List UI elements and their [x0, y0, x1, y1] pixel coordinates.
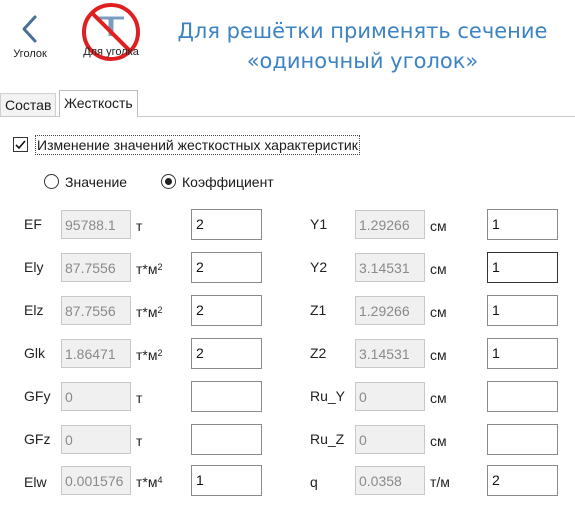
param-value: 0.001576: [61, 466, 131, 495]
tab-stiffness[interactable]: Жесткость: [59, 90, 138, 118]
param-value: 0: [61, 425, 131, 454]
radio-value[interactable]: [44, 174, 59, 189]
param-name: q: [310, 474, 318, 490]
radio-coefficient-label[interactable]: Коэффициент: [182, 173, 274, 191]
param-unit: т: [136, 218, 143, 234]
param-name: Elz: [24, 302, 44, 318]
param-value: 3.14531: [355, 253, 425, 282]
corner-section-button[interactable]: Для уголка: [76, 2, 146, 64]
coef-input-elw[interactable]: 1: [191, 465, 262, 496]
param-name: GFz: [24, 431, 51, 447]
corner-section-label: Для уголка: [83, 46, 139, 58]
tab-composition[interactable]: Состав: [0, 93, 57, 116]
param-value: 1.29266: [355, 210, 425, 239]
change-stiffness-label[interactable]: Изменение значений жесткостных характери…: [35, 135, 360, 155]
radio-selected-dot: [165, 178, 172, 185]
coef-input-ru-y[interactable]: [487, 381, 558, 412]
coef-input-z1[interactable]: 1: [487, 295, 558, 326]
coef-input-y1[interactable]: 1: [487, 209, 558, 240]
coef-input-ely[interactable]: 2: [191, 252, 262, 283]
param-unit: т: [136, 390, 143, 406]
param-name: Y2: [310, 259, 328, 275]
back-button-label: Уголок: [13, 48, 47, 60]
param-name: Z1: [310, 302, 327, 318]
coef-input-q[interactable]: 2: [487, 465, 558, 496]
param-name: Ru_Y: [310, 388, 346, 404]
checkmark-icon: [15, 140, 26, 150]
param-unit: т*м2: [136, 347, 163, 363]
param-value: 0: [355, 425, 425, 454]
param-value: 87.7556: [61, 296, 131, 325]
param-name: Z2: [310, 345, 327, 361]
tab-strip: Состав Жесткость: [0, 90, 575, 118]
coef-input-gfz[interactable]: [191, 424, 262, 455]
param-name: Glk: [24, 345, 45, 361]
param-unit: т*м2: [136, 261, 163, 277]
param-unit: см: [430, 433, 447, 449]
param-unit: см: [430, 304, 447, 320]
param-unit: см: [430, 218, 447, 234]
change-stiffness-checkbox[interactable]: [13, 137, 28, 152]
coef-input-ru-z[interactable]: [487, 424, 558, 455]
param-value: 87.7556: [61, 253, 131, 282]
param-unit: см: [430, 347, 447, 363]
param-unit: т*м2: [136, 304, 163, 320]
param-name: Elw: [24, 474, 47, 490]
param-unit: см: [430, 390, 447, 406]
coef-input-elz[interactable]: 2: [191, 295, 262, 326]
coef-input-gfy[interactable]: [191, 381, 262, 412]
param-value: 0: [61, 382, 131, 411]
radio-coefficient[interactable]: [161, 174, 176, 189]
coef-input-z2[interactable]: 1: [487, 338, 558, 369]
param-name: Ely: [24, 259, 44, 275]
coef-input-y2[interactable]: 1: [487, 252, 558, 283]
param-value: 0: [355, 382, 425, 411]
param-value: 1.29266: [355, 296, 425, 325]
param-unit: т: [136, 433, 143, 449]
param-value: 95788.1: [61, 210, 131, 239]
back-button[interactable]: Уголок: [8, 8, 52, 60]
coef-input-glk[interactable]: 2: [191, 338, 262, 369]
param-value: 0.0358: [355, 466, 425, 495]
param-value: 1.86471: [61, 339, 131, 368]
coef-input-ef[interactable]: 2: [191, 209, 262, 240]
param-name: Y1: [310, 216, 328, 232]
hint-text: Для решётки применять сечение «одиночный…: [177, 19, 548, 73]
radio-value-label[interactable]: Значение: [65, 173, 127, 191]
param-unit: т/м: [430, 474, 450, 490]
chevron-left-icon: [22, 15, 37, 43]
param-name: Ru_Z: [310, 431, 345, 447]
param-value: 3.14531: [355, 339, 425, 368]
param-name: GFy: [24, 388, 51, 404]
param-name: EF: [24, 216, 42, 232]
param-unit: т*м4: [136, 474, 163, 490]
param-unit: см: [430, 261, 447, 277]
